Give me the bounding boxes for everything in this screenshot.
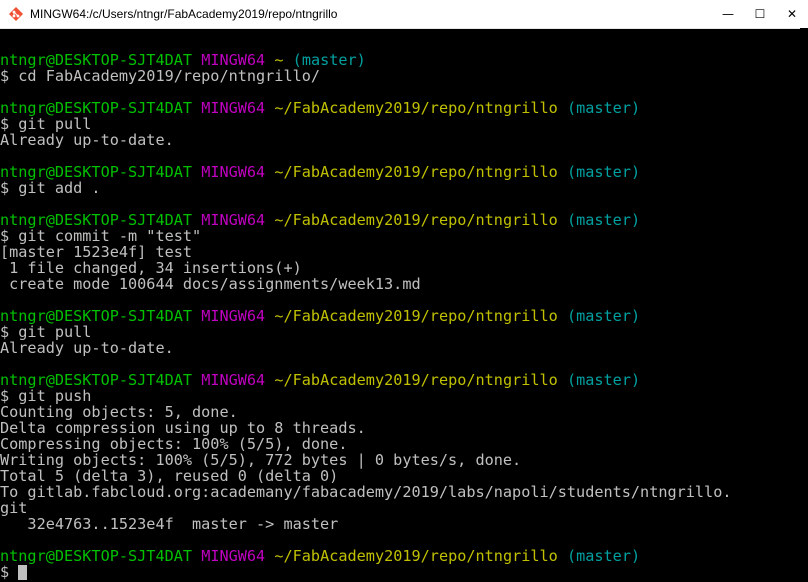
prompt-line: ntngr@DESKTOP-SJT4DAT MINGW64 ~ (master) xyxy=(0,52,800,68)
prompt-line: ntngr@DESKTOP-SJT4DAT MINGW64 ~/FabAcade… xyxy=(0,212,800,228)
output-line: $ git push xyxy=(0,388,800,404)
output-line: 1 file changed, 34 insertions(+) xyxy=(0,260,800,276)
prompt-line: ntngr@DESKTOP-SJT4DAT MINGW64 ~/FabAcade… xyxy=(0,164,800,180)
text-cursor[interactable] xyxy=(18,565,28,580)
prompt-branch: (master) xyxy=(566,547,641,565)
output-line: $ cd FabAcademy2019/repo/ntngrillo/ xyxy=(0,68,800,84)
output-line: 32e4763..1523e4f master -> master xyxy=(0,516,800,532)
output-line: Total 5 (delta 3), reused 0 (delta 0) xyxy=(0,468,800,484)
prompt-env: MINGW64 xyxy=(201,547,266,565)
output-line: Already up-to-date. xyxy=(0,132,800,148)
output-text: create mode 100644 docs/assignments/week… xyxy=(0,275,421,293)
output-line: git xyxy=(0,500,800,516)
prompt-branch: (master) xyxy=(566,371,641,389)
output-line: $ git pull xyxy=(0,324,800,340)
output-line: Delta compression using up to 8 threads. xyxy=(0,420,800,436)
minimize-button[interactable]: — xyxy=(712,0,744,28)
prompt-env: MINGW64 xyxy=(201,371,266,389)
prompt-line: ntngr@DESKTOP-SJT4DAT MINGW64 ~/FabAcade… xyxy=(0,308,800,324)
output-text: Already up-to-date. xyxy=(0,131,174,149)
prompt-env: MINGW64 xyxy=(201,211,266,229)
terminal-output[interactable]: ntngr@DESKTOP-SJT4DAT MINGW64 ~ (master)… xyxy=(0,36,800,580)
output-text: $ git add . xyxy=(0,179,101,197)
prompt-path: ~/FabAcademy2019/repo/ntngrillo xyxy=(274,163,558,181)
close-button[interactable]: ✕ xyxy=(776,0,808,28)
prompt-line: ntngr@DESKTOP-SJT4DAT MINGW64 ~/FabAcade… xyxy=(0,100,800,116)
output-line: Compressing objects: 100% (5/5), done. xyxy=(0,436,800,452)
prompt-path: ~/FabAcademy2019/repo/ntngrillo xyxy=(274,547,558,565)
output-text: To gitlab.fabcloud.org:academany/fabacad… xyxy=(0,483,732,501)
prompt-path: ~/FabAcademy2019/repo/ntngrillo xyxy=(274,371,558,389)
prompt-branch: (master) xyxy=(566,163,641,181)
output-line: To gitlab.fabcloud.org:academany/fabacad… xyxy=(0,484,800,500)
input-line: $ xyxy=(0,564,800,580)
prompt-line: ntngr@DESKTOP-SJT4DAT MINGW64 ~/FabAcade… xyxy=(0,372,800,388)
prompt-branch: (master) xyxy=(566,307,641,325)
prompt-branch: (master) xyxy=(566,99,641,117)
prompt-path: ~/FabAcademy2019/repo/ntngrillo xyxy=(274,307,558,325)
prompt-line: ntngr@DESKTOP-SJT4DAT MINGW64 ~/FabAcade… xyxy=(0,548,800,564)
output-line: $ git commit -m "test" xyxy=(0,228,800,244)
output-text: $ cd FabAcademy2019/repo/ntngrillo/ xyxy=(0,67,321,85)
output-line: [master 1523e4f] test xyxy=(0,244,800,260)
output-line: Counting objects: 5, done. xyxy=(0,404,800,420)
output-text: Already up-to-date. xyxy=(0,339,174,357)
prompt-branch: (master) xyxy=(566,211,641,229)
terminal-window: MINGW64:/c/Users/ntngr/FabAcademy2019/re… xyxy=(0,0,808,582)
output-text: 32e4763..1523e4f master -> master xyxy=(0,515,339,533)
scrollbar[interactable] xyxy=(800,28,808,582)
output-line: $ git pull xyxy=(0,116,800,132)
prompt-path: ~/FabAcademy2019/repo/ntngrillo xyxy=(274,99,558,117)
output-line: Writing objects: 100% (5/5), 772 bytes |… xyxy=(0,452,800,468)
maximize-button[interactable]: ☐ xyxy=(744,0,776,28)
output-line: Already up-to-date. xyxy=(0,340,800,356)
input-prompt: $ xyxy=(0,563,19,581)
output-line: $ git add . xyxy=(0,180,800,196)
prompt-env: MINGW64 xyxy=(201,163,266,181)
prompt-user: ntngr@DESKTOP-SJT4DAT xyxy=(0,547,193,565)
mingw-icon xyxy=(8,6,24,22)
prompt-env: MINGW64 xyxy=(201,307,266,325)
title-bar[interactable]: MINGW64:/c/Users/ntngr/FabAcademy2019/re… xyxy=(0,0,808,29)
output-line: create mode 100644 docs/assignments/week… xyxy=(0,276,800,292)
prompt-path: ~/FabAcademy2019/repo/ntngrillo xyxy=(274,211,558,229)
prompt-env: MINGW64 xyxy=(201,99,266,117)
window-title: MINGW64:/c/Users/ntngr/FabAcademy2019/re… xyxy=(30,7,338,21)
window-controls: — ☐ ✕ xyxy=(712,0,808,28)
